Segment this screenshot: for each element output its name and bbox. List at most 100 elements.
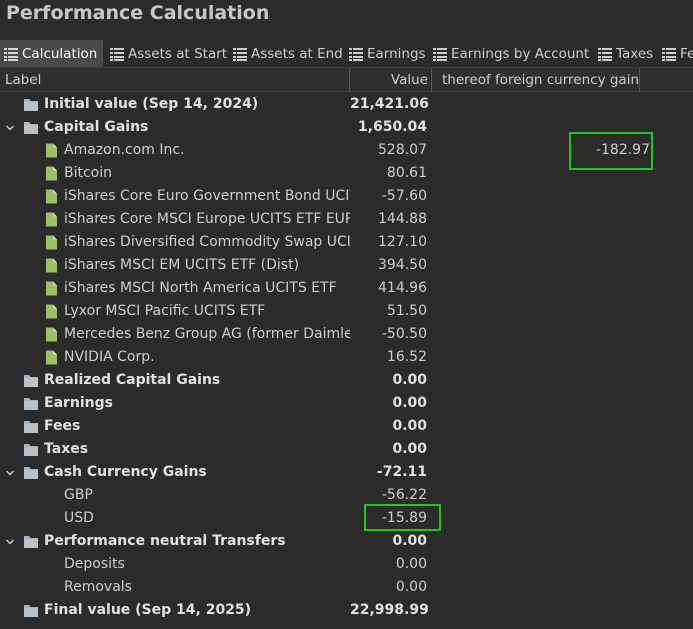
table-header: Label Value thereof foreign currency gai… xyxy=(0,67,693,92)
table-row[interactable]: Cash Currency Gains -72.11 xyxy=(0,461,693,484)
table-row[interactable]: USD -15.89 xyxy=(0,507,693,530)
table-row[interactable]: Initial value (Sep 14, 2024) 21,421.06 xyxy=(0,93,693,116)
tab-label: Assets at End xyxy=(251,45,343,62)
row-label: Bitcoin xyxy=(64,165,113,181)
chevron-down-icon[interactable] xyxy=(3,530,17,553)
tab-earnings[interactable]: Earnings xyxy=(345,40,429,67)
row-label: Taxes xyxy=(44,441,89,457)
row-fx-gain xyxy=(432,162,650,185)
column-resize-handle[interactable] xyxy=(431,68,432,92)
folder-icon xyxy=(23,373,39,388)
row-label: Removals xyxy=(64,579,132,595)
list-icon xyxy=(598,47,612,61)
table-row[interactable]: Realized Capital Gains 0.00 xyxy=(0,369,693,392)
row-value: 0.00 xyxy=(395,579,427,595)
table-row[interactable]: Deposits 0.00 xyxy=(0,553,693,576)
column-header-value[interactable]: Value xyxy=(352,68,428,92)
table-row[interactable]: iShares MSCI EM UCITS ETF (Dist) 394.50 xyxy=(0,254,693,277)
table-row[interactable]: Performance neutral Transfers 0.00 xyxy=(0,530,693,553)
row-value: -57.60 xyxy=(381,188,427,204)
row-value: 16.52 xyxy=(386,349,427,365)
folder-icon xyxy=(23,97,39,112)
row-value: 0.00 xyxy=(392,441,427,457)
table-row[interactable]: Bitcoin 80.61 xyxy=(0,162,693,185)
table-row[interactable]: Lyxor MSCI Pacific UCITS ETF 51.50 xyxy=(0,300,693,323)
tab-earnings-by-account[interactable]: Earnings by Account xyxy=(429,40,593,67)
table-row[interactable]: Capital Gains 1,650.04 xyxy=(0,116,693,139)
row-value: 51.50 xyxy=(386,303,427,319)
tab-label: Earnings by Account xyxy=(451,45,590,62)
row-fx-gain xyxy=(432,208,650,231)
table-row[interactable]: Mercedes Benz Group AG (former Daimler) -… xyxy=(0,323,693,346)
row-value: -56.22 xyxy=(381,487,427,503)
column-header-fx[interactable]: thereof foreign currency gains xyxy=(442,68,639,92)
tab-label: Fe xyxy=(680,45,693,62)
chevron-down-icon[interactable] xyxy=(3,461,17,484)
list-icon xyxy=(4,47,18,61)
list-icon xyxy=(433,47,447,61)
row-fx-gain xyxy=(432,553,650,576)
row-label: Amazon.com Inc. xyxy=(64,142,185,158)
table-row[interactable]: Earnings 0.00 xyxy=(0,392,693,415)
tree-table: Initial value (Sep 14, 2024) 21,421.06 Cap… xyxy=(0,93,693,622)
tab-label: Assets at Start xyxy=(128,45,228,62)
row-fx-gain xyxy=(432,576,650,599)
row-value: 414.96 xyxy=(378,280,427,296)
row-label: NVIDIA Corp. xyxy=(64,349,155,365)
document-icon xyxy=(43,281,59,296)
row-fx-gain xyxy=(432,415,650,438)
table-row[interactable]: NVIDIA Corp. 16.52 xyxy=(0,346,693,369)
table-row[interactable]: GBP -56.22 xyxy=(0,484,693,507)
chevron-down-icon[interactable] xyxy=(3,116,17,139)
row-label: iShares MSCI North America UCITS ETF xyxy=(64,280,337,296)
row-label: Fees xyxy=(44,418,81,434)
table-row[interactable]: Taxes 0.00 xyxy=(0,438,693,461)
tab-assets-at-end[interactable]: Assets at End xyxy=(229,40,343,67)
column-header-label[interactable]: Label xyxy=(5,68,345,92)
row-label: Earnings xyxy=(44,395,114,411)
tab-fees[interactable]: Fe xyxy=(658,40,693,67)
tab-assets-at-start[interactable]: Assets at Start xyxy=(106,40,228,67)
row-fx-gain xyxy=(432,116,650,139)
row-fx-gain xyxy=(432,461,650,484)
table-row[interactable]: Amazon.com Inc. 528.07 -182.97 xyxy=(0,139,693,162)
row-value: 0.00 xyxy=(392,372,427,388)
row-value: 394.50 xyxy=(378,257,427,273)
tab-taxes[interactable]: Taxes xyxy=(594,40,658,67)
row-fx-gain xyxy=(432,346,650,369)
table-row[interactable]: iShares Diversified Commodity Swap UCITS… xyxy=(0,231,693,254)
tab-label: Taxes xyxy=(616,45,654,62)
row-fx-gain xyxy=(432,392,650,415)
column-resize-handle[interactable] xyxy=(349,68,350,92)
document-icon xyxy=(43,143,59,158)
row-value: 0.00 xyxy=(392,418,427,434)
table-row[interactable]: iShares Core MSCI Europe UCITS ETF EUR (… xyxy=(0,208,693,231)
column-resize-handle[interactable] xyxy=(639,68,640,92)
row-fx-gain xyxy=(432,231,650,254)
row-fx-gain xyxy=(432,438,650,461)
row-label: iShares Core Euro Government Bond UCITS xyxy=(64,188,350,204)
row-value: 144.88 xyxy=(378,211,427,227)
row-value: 80.61 xyxy=(386,165,427,181)
document-icon xyxy=(43,327,59,342)
tab-bar: Calculation Assets at Start Assets at En… xyxy=(0,40,693,67)
row-label: Cash Currency Gains xyxy=(44,464,207,480)
table-row[interactable]: Final value (Sep 14, 2025) 22,998.99 xyxy=(0,599,693,622)
table-row[interactable]: Removals 0.00 xyxy=(0,576,693,599)
row-fx-gain xyxy=(432,369,650,392)
table-row[interactable]: iShares MSCI North America UCITS ETF 414.… xyxy=(0,277,693,300)
folder-icon xyxy=(23,465,39,480)
row-value: 21,421.06 xyxy=(350,96,429,112)
tab-label: Earnings xyxy=(367,45,426,62)
tab-label: Calculation xyxy=(22,45,98,62)
row-label: Initial value (Sep 14, 2024) xyxy=(44,96,259,112)
table-row[interactable]: iShares Core Euro Government Bond UCITS -… xyxy=(0,185,693,208)
row-fx-gain xyxy=(432,530,650,553)
table-row[interactable]: Fees 0.00 xyxy=(0,415,693,438)
row-value: -72.11 xyxy=(376,464,427,480)
tab-calculation[interactable]: Calculation xyxy=(0,40,103,67)
row-label: Deposits xyxy=(64,556,125,572)
document-icon xyxy=(43,304,59,319)
folder-icon xyxy=(23,603,39,618)
row-value: 127.10 xyxy=(378,234,427,250)
